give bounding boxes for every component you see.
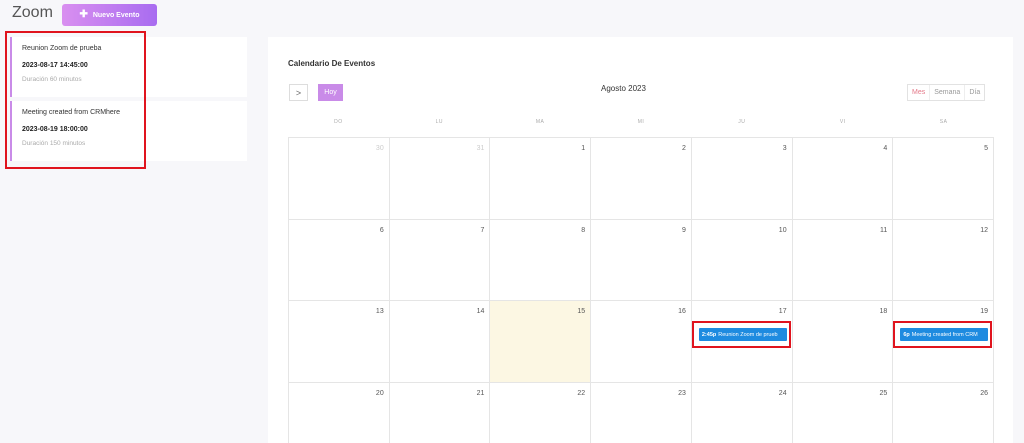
day-number: 14 [476,308,485,315]
day-cell[interactable]: 10 [691,219,793,301]
top-bar: Zoom ✚ Nuevo Evento [0,0,1024,30]
day-cell[interactable]: 3 [691,138,793,220]
day-cell[interactable]: 13 [289,301,390,383]
event-datetime: 2023-08-19 18:00:00 [22,126,88,133]
event-datetime: 2023-08-17 14:45:00 [22,62,88,69]
day-cell[interactable]: 9 [591,219,692,301]
day-cell[interactable]: 25 [793,382,894,443]
calendar-event-title: Meeting created from CRM [911,331,978,338]
page-title: Zoom [12,4,53,21]
day-number: 7 [480,226,485,234]
today-button[interactable]: Hoy [318,84,343,101]
day-number: 2 [681,145,686,152]
day-number: 21 [476,389,485,397]
event-title: Reunion Zoom de prueba [22,45,102,52]
weekday-label: SA [939,119,948,125]
event-duration: Duración 150 minutos [22,140,86,147]
day-number: 3 [782,145,787,152]
day-number: 18 [879,308,888,315]
event-card[interactable]: Meeting created from CRMhere 2023-08-19 … [10,101,247,161]
weekday-header: DO LU MA MI JU VI SA [288,119,994,125]
day-number: 19 [980,308,989,315]
day-number: 1 [581,145,586,152]
weekday-label: DO [334,119,343,125]
calendar-grid: 30 31 1 2 3 4 5 6 7 8 9 10 11 12 13 14 15 16 17 2:45p Reunio… [288,137,995,443]
day-cell[interactable]: 22 [490,382,592,443]
day-number: 31 [476,145,485,152]
day-cell[interactable]: 1 [490,138,592,220]
day-cell[interactable]: 31 [389,138,491,220]
day-number: 10 [778,226,787,234]
day-number: 20 [375,389,384,397]
plus-icon: ✚ [79,9,88,20]
view-month-button[interactable]: Mes [908,85,931,100]
day-number: 25 [879,389,888,397]
day-cell[interactable]: 14 [389,301,491,383]
day-cell[interactable]: 30 [289,138,390,220]
event-duration: Duración 60 minutos [22,76,82,83]
day-cell[interactable]: 12 [893,219,995,301]
calendar-event[interactable]: 6p Meeting created from CRM [900,328,989,341]
day-number: 22 [577,389,586,397]
day-number: 26 [980,389,989,397]
events-list: Reunion Zoom de prueba 2023-08-17 14:45:… [10,37,247,165]
day-number: 17 [778,308,787,315]
weekday-label: JU [738,119,746,125]
weekday-label: LU [435,119,443,125]
day-number: 6 [379,226,384,234]
weekday-label: MI [637,119,645,125]
next-month-button[interactable]: > [289,84,308,101]
calendar-week-row: 13 14 15 16 17 2:45p Reunion Zoom de prueb 18 19… [289,301,995,383]
weekday-label: MA [535,119,545,125]
day-number: 11 [880,226,888,234]
day-number: 5 [984,145,989,152]
month-label: Agosto 2023 [601,84,646,93]
day-number: 4 [883,145,888,152]
calendar-panel: Calendario De Eventos > Hoy Agosto 2023 … [268,37,1013,443]
weekday-label: VI [839,119,846,125]
new-event-label: Nuevo Evento [92,11,140,19]
day-cell[interactable]: 15 [490,301,592,383]
calendar-event-time: 2:45p [701,331,717,338]
calendar-week-row: 20 21 22 23 24 25 26 [289,382,995,443]
view-switcher: Mes Semana Día [907,84,986,101]
day-cell[interactable]: 26 [893,382,995,443]
calendar-heading: Calendario De Eventos [288,59,376,68]
day-cell[interactable]: 17 2:45p Reunion Zoom de prueb [691,301,793,383]
day-cell[interactable]: 24 [692,382,793,443]
day-cell[interactable]: 19 6p Meeting created from CRM [893,301,995,383]
day-cell[interactable]: 4 [792,138,894,220]
view-day-button[interactable]: Día [965,85,985,100]
day-cell[interactable]: 23 [591,382,692,443]
day-number: 8 [581,226,586,234]
calendar-event-title: Reunion Zoom de prueb [718,331,778,338]
event-card[interactable]: Reunion Zoom de prueba 2023-08-17 14:45:… [10,37,247,97]
day-number: 30 [375,145,384,152]
day-cell[interactable]: 2 [591,138,692,220]
day-cell[interactable]: 21 [390,382,491,443]
day-cell[interactable]: 5 [893,138,995,220]
day-cell[interactable]: 8 [490,219,592,301]
day-number: 13 [375,308,384,315]
calendar-event-time: 6p [903,331,910,338]
day-number: 12 [980,226,989,234]
chevron-right-icon: > [295,87,302,98]
event-title: Meeting created from CRMhere [22,109,121,116]
day-cell[interactable]: 7 [389,219,491,301]
day-cell[interactable]: 11 [792,219,894,301]
day-cell[interactable]: 20 [289,382,390,443]
view-week-button[interactable]: Semana [930,85,966,100]
calendar-week-row: 6 7 8 9 10 11 12 [289,219,995,301]
day-cell[interactable]: 16 [591,301,692,383]
calendar-event[interactable]: 2:45p Reunion Zoom de prueb [698,328,787,341]
day-cell[interactable]: 6 [289,219,390,301]
new-event-button[interactable]: ✚ Nuevo Evento [62,4,157,26]
day-number: 24 [778,389,787,397]
day-number: 9 [681,226,686,234]
day-number: 23 [678,389,686,397]
day-number: 15 [577,308,586,315]
day-number: 16 [678,308,686,315]
calendar-week-row: 30 31 1 2 3 4 5 [289,138,995,220]
day-cell[interactable]: 18 [792,301,894,383]
